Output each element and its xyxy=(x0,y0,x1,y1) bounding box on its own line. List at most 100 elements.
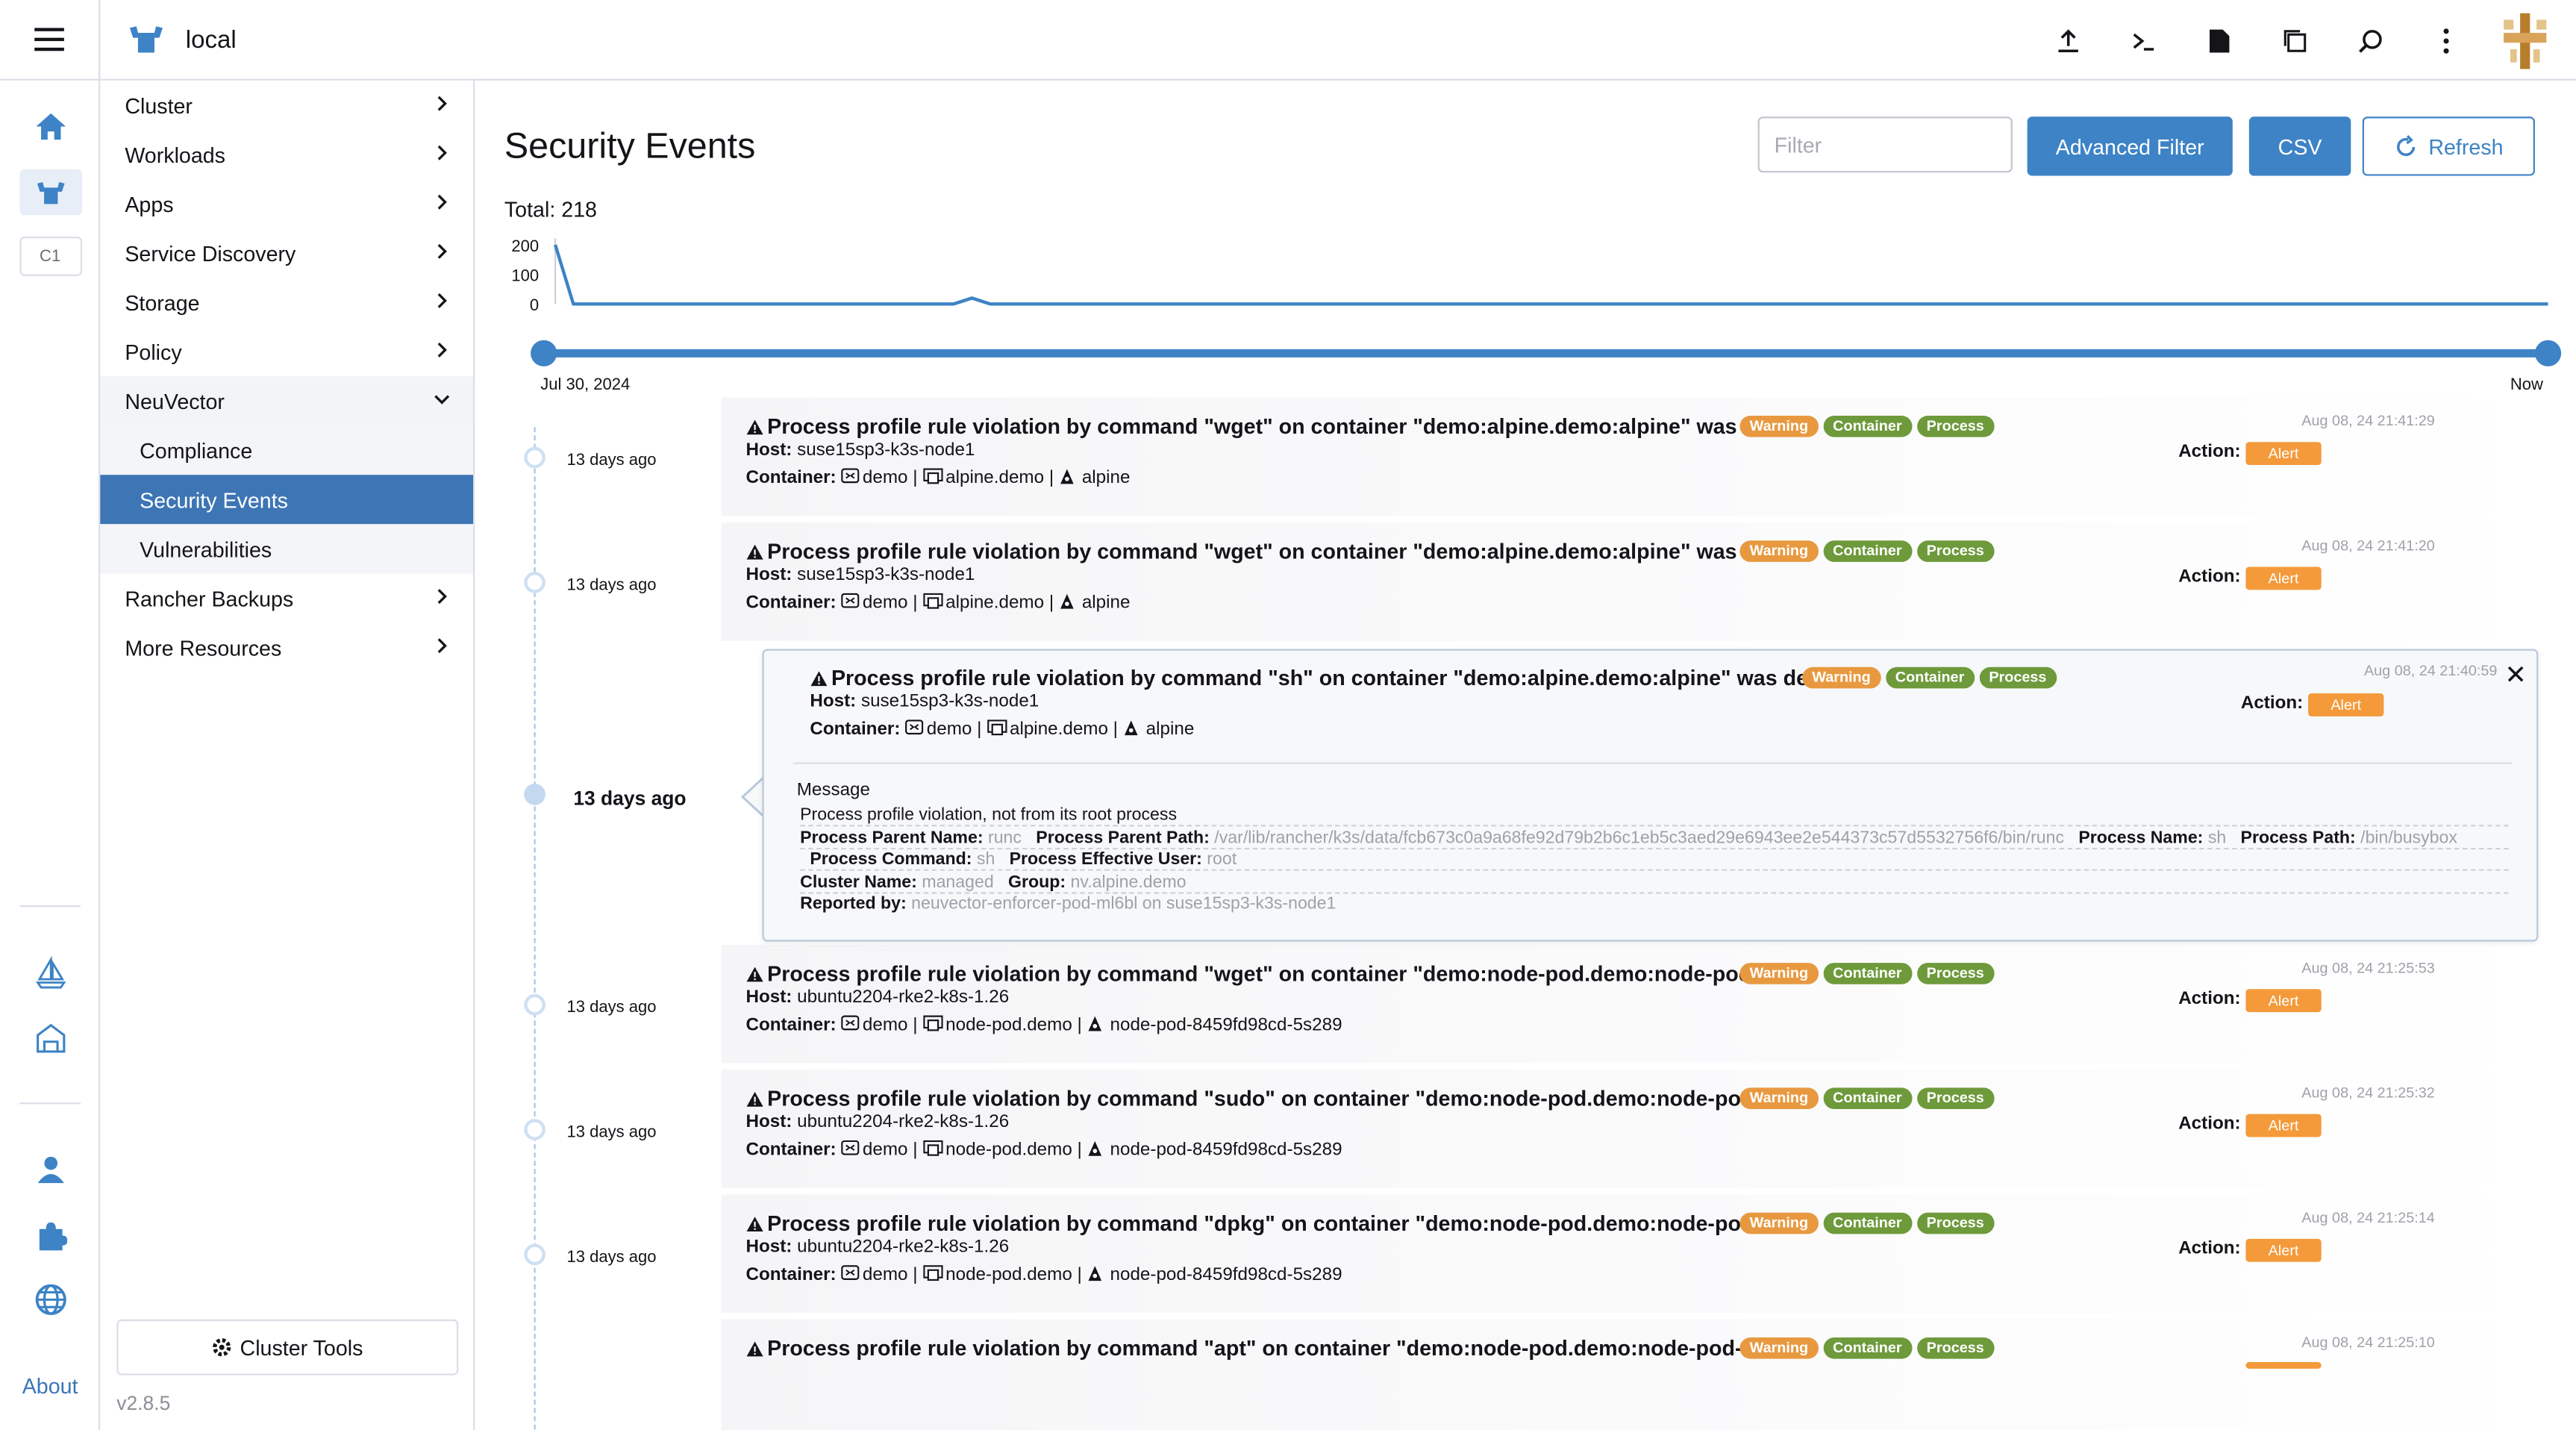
type-badge: Process xyxy=(1916,963,1995,984)
warning-icon xyxy=(746,1341,763,1357)
event-title: Process profile rule violation by comman… xyxy=(745,1211,1779,1236)
chevron-right-icon xyxy=(437,589,447,605)
sidebar-subitem[interactable]: Compliance xyxy=(100,425,474,475)
import-yaml-button[interactable] xyxy=(2031,0,2106,81)
sidebar-item-label: Storage xyxy=(125,290,200,315)
type-badge: Process xyxy=(1916,415,1995,437)
host-label: Host: xyxy=(745,987,793,1008)
event-host: Host: ubuntu2204-rke2-k8s-1.26 xyxy=(745,1112,1009,1131)
event-row[interactable]: Process profile rule violation by comman… xyxy=(475,1319,2576,1430)
message-text: Process profile violation, not from its … xyxy=(800,805,2509,827)
sidebar-item[interactable]: More Resources xyxy=(100,622,473,672)
virtualization-button[interactable] xyxy=(0,1012,100,1064)
timeline-dot-active xyxy=(524,784,545,805)
warning-icon xyxy=(746,419,763,435)
refresh-button[interactable]: Refresh xyxy=(2362,116,2535,176)
filter-input[interactable] xyxy=(1757,116,2013,173)
cluster-local-button[interactable] xyxy=(0,166,100,218)
pod-value: node-pod-8459fd98cd-5s289 xyxy=(1110,1140,1342,1161)
alert-chip: Alert xyxy=(2308,693,2384,716)
advanced-filter-button[interactable]: Advanced Filter xyxy=(2027,116,2233,176)
csv-button[interactable]: CSV xyxy=(2248,116,2351,176)
namespace-icon xyxy=(841,468,860,484)
nav-top-group: Cluster Workloads Apps Service Discovery Sto… xyxy=(100,81,474,426)
event-row[interactable]: 13 days ago Process profile rule violatio… xyxy=(475,1194,2576,1313)
type-badge: Process xyxy=(1916,1337,1995,1359)
alert-chip: Alert xyxy=(2245,1238,2322,1262)
nav-after-group: Rancher Backups More Resources xyxy=(100,573,473,672)
process-command-value: sh xyxy=(976,849,995,869)
timeline-dot xyxy=(524,1243,545,1266)
hamburger-icon xyxy=(34,25,64,54)
download-kubeconfig-button[interactable] xyxy=(2182,0,2257,81)
sidebar-subitem[interactable]: Vulnerabilities xyxy=(100,524,474,574)
pod-value: alpine xyxy=(1081,468,1131,488)
more-actions-button[interactable] xyxy=(2408,0,2483,81)
sidebar-item[interactable]: Rancher Backups xyxy=(100,573,473,622)
namespace-value: demo xyxy=(862,1140,908,1161)
event-container: Container: demo | alpine.demo | alpine xyxy=(745,468,1131,488)
container-label: Container: xyxy=(745,1140,837,1161)
main-content: Security Events Advanced Filter CSV Refr… xyxy=(475,81,2576,1430)
user-icon xyxy=(37,1156,63,1184)
user-avatar[interactable] xyxy=(2497,12,2554,69)
message-value: Process profile violation, not from its … xyxy=(800,805,1178,825)
building-icon xyxy=(35,1023,65,1053)
about-link[interactable]: About xyxy=(0,1373,100,1398)
event-timestamp: Aug 08, 24 21:40:59 xyxy=(2363,662,2498,679)
chevron-down-icon xyxy=(434,395,450,405)
expanded-event-card: ✕ Process profile rule violation by comma… xyxy=(762,649,2539,942)
event-age: 13 days ago xyxy=(566,452,657,470)
menu-toggle-button[interactable] xyxy=(0,0,101,80)
host-value: suse15sp3-k3s-node1 xyxy=(797,565,975,585)
sidebar-item[interactable]: NeuVector xyxy=(100,376,474,426)
sidebar-item[interactable]: Workloads xyxy=(100,130,473,179)
namespace-icon xyxy=(841,593,860,608)
users-auth-button[interactable] xyxy=(0,1143,100,1196)
sidebar-item[interactable]: Service Discovery xyxy=(100,228,473,278)
sidebar-item[interactable]: Storage xyxy=(100,278,473,327)
slider-end-handle[interactable] xyxy=(2534,340,2562,366)
fleet-button[interactable] xyxy=(0,946,100,999)
event-row[interactable]: 13 days ago Process profile rule violatio… xyxy=(475,1070,2576,1188)
level-badge: Warning xyxy=(1739,1212,1819,1234)
effective-user-label: Process Effective User: xyxy=(1009,849,1202,869)
resource-search-button[interactable] xyxy=(2333,0,2408,81)
global-settings-button[interactable] xyxy=(0,1273,100,1326)
event-badges: Warning Container Process xyxy=(1739,1212,1995,1234)
sidebar-item[interactable]: Cluster xyxy=(100,81,473,130)
event-row[interactable]: 13 days ago Process profile rule violatio… xyxy=(475,522,2576,641)
namespace-icon xyxy=(841,1140,860,1155)
chevron-right-icon xyxy=(437,342,447,358)
more-vert-icon xyxy=(2443,28,2449,53)
event-host: Host: ubuntu2204-rke2-k8s-1.26 xyxy=(745,987,1009,1007)
copy-kubeconfig-button[interactable] xyxy=(2257,0,2333,81)
timeline-dot xyxy=(524,1119,545,1140)
slider-start-handle[interactable] xyxy=(531,340,557,366)
target-badge: Container xyxy=(1822,963,1912,984)
kubectl-shell-button[interactable] xyxy=(2106,0,2181,81)
event-title: Process profile rule violation by comman… xyxy=(745,414,1786,439)
cluster-c1-button[interactable]: C1 xyxy=(0,230,100,282)
cluster-tools-button[interactable]: Cluster Tools xyxy=(116,1319,459,1376)
type-badge: Process xyxy=(1916,1087,1995,1110)
alert-chip: Alert xyxy=(2245,566,2322,590)
sidebar-subitem-label: Vulnerabilities xyxy=(140,536,272,561)
event-row[interactable]: 13 days ago Process profile rule violatio… xyxy=(475,944,2576,1064)
event-timestamp: Aug 08, 24 21:25:32 xyxy=(2301,1084,2435,1102)
home-button[interactable] xyxy=(0,100,100,152)
event-title-text: Process profile rule violation by comman… xyxy=(767,1211,1779,1236)
extensions-button[interactable] xyxy=(0,1209,100,1261)
warning-icon xyxy=(746,1217,763,1232)
cluster-logo-icon xyxy=(129,26,163,53)
event-badges: Warning Container Process xyxy=(1739,1337,1995,1359)
cluster-identity[interactable]: local xyxy=(127,23,237,56)
close-button[interactable]: ✕ xyxy=(2504,659,2527,692)
sidebar-subitem[interactable]: Security Events xyxy=(100,475,474,525)
sidebar-item[interactable]: Apps xyxy=(100,179,473,228)
event-row[interactable]: 13 days ago Process profile rule violatio… xyxy=(475,397,2576,516)
event-age: 13 days ago xyxy=(566,1123,657,1143)
process-name-label: Process Name: xyxy=(2078,828,2204,848)
level-badge: Warning xyxy=(1739,1337,1819,1359)
sidebar-item[interactable]: Policy xyxy=(100,327,473,376)
